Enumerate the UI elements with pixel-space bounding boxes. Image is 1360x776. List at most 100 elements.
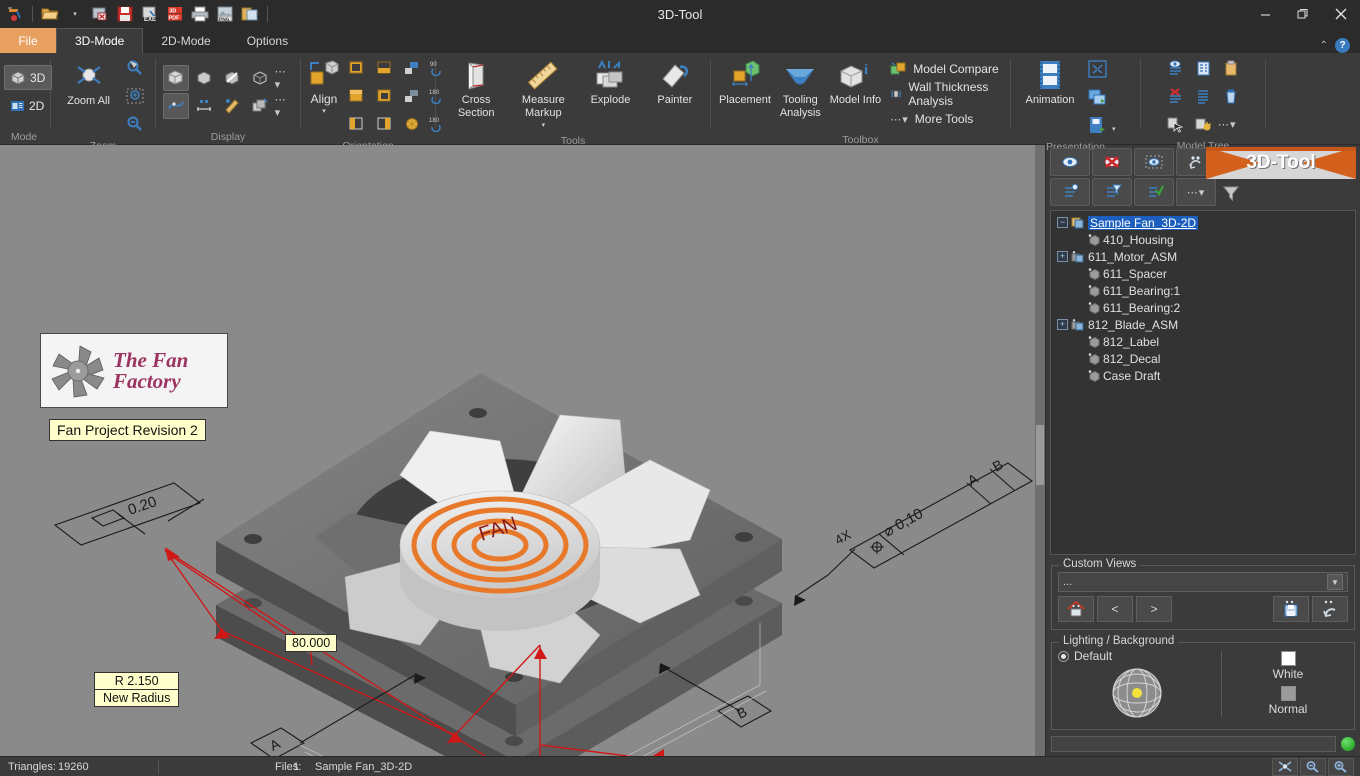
tree-node-case-draft[interactable]: Case Draft [1053, 367, 1353, 384]
view-top-icon[interactable] [343, 83, 369, 109]
minimize-button[interactable] [1246, 0, 1284, 28]
tree-clipboard-icon[interactable] [1218, 55, 1244, 81]
zoom-select-icon[interactable] [122, 55, 148, 81]
export-png-icon[interactable]: PNG [214, 3, 236, 25]
view-left-icon[interactable] [343, 111, 369, 137]
chevron-down-icon[interactable]: ▼ [1327, 574, 1343, 590]
export-exe-icon[interactable]: EXE [139, 3, 161, 25]
tree-delete-icon[interactable] [1218, 83, 1244, 109]
model-tree[interactable]: − Sample Fan_3D-2D 410_Housing + 611_Mot… [1050, 210, 1356, 555]
display-more-icon[interactable]: ⋯▾ [275, 65, 293, 91]
markup-display-icon[interactable] [219, 93, 245, 119]
tree-node-611-motor-asm[interactable]: + 611_Motor_ASM [1053, 248, 1353, 265]
view-iso2-icon[interactable] [399, 83, 425, 109]
viewport-3d[interactable]: FAN [0, 145, 1045, 756]
tab-file[interactable]: File [0, 28, 56, 53]
explode-button[interactable]: Explode [582, 56, 638, 106]
tab-2d-mode[interactable]: 2D-Mode [143, 28, 228, 53]
tree-filter-icon[interactable] [1092, 178, 1132, 206]
tree-more-icon[interactable]: ⋯▾ [1218, 118, 1237, 131]
background-white-swatch[interactable] [1281, 651, 1296, 666]
copy-to-clipboard-icon[interactable] [239, 3, 261, 25]
more-tools-item[interactable]: ⋯▾ More Tools [886, 107, 1003, 131]
model-info-button[interactable]: i Model Info [830, 56, 882, 106]
tree-node-611-bearing-1[interactable]: 611_Bearing:1 [1053, 282, 1353, 299]
maximize-button[interactable] [1284, 0, 1322, 28]
wireframe-view-icon[interactable] [247, 65, 273, 91]
print-icon[interactable] [189, 3, 211, 25]
lighting-default-radio[interactable] [1058, 651, 1069, 662]
zoom-out-icon[interactable] [122, 111, 148, 137]
fullscreen-icon[interactable] [1084, 56, 1110, 82]
painter-button[interactable]: Painter [647, 56, 703, 106]
measure-markup-button[interactable]: Measure Markup ▾ [512, 56, 574, 132]
tree-check-icon[interactable] [1134, 178, 1174, 206]
tree-node-812-blade-asm[interactable]: + 812_Blade_ASM [1053, 316, 1353, 333]
tree-node-410-housing[interactable]: 410_Housing [1053, 231, 1353, 248]
open-folder-icon[interactable] [39, 3, 61, 25]
background-normal-swatch[interactable] [1281, 686, 1296, 701]
mode-3d-button[interactable]: 3D [4, 65, 52, 90]
view-iso1-icon[interactable] [399, 55, 425, 81]
new-model-icon[interactable] [4, 3, 26, 25]
view-back-icon[interactable] [371, 55, 397, 81]
light-sphere-icon[interactable] [1111, 667, 1163, 719]
fit-view-button[interactable] [1272, 758, 1298, 776]
viewport-scrollbar[interactable] [1035, 145, 1045, 756]
curve-display-icon[interactable] [163, 93, 189, 119]
project-revision-note[interactable]: Fan Project Revision 2 [49, 419, 206, 441]
tree-sort-icon[interactable] [1190, 83, 1216, 109]
placement-button[interactable]: Placement [719, 56, 771, 106]
mode-2d-button[interactable]: 2D [4, 93, 50, 118]
presentation-dropdown-caret[interactable]: ▾ [1112, 125, 1116, 133]
show-selected-icon[interactable] [1134, 148, 1174, 176]
view-right-icon[interactable] [371, 111, 397, 137]
wall-thickness-analysis-item[interactable]: Wall Thickness Analysis [886, 82, 1003, 106]
open-dropdown-caret[interactable]: ▾ [64, 3, 86, 25]
view-bottom-icon[interactable] [371, 83, 397, 109]
tree-node-812-decal[interactable]: 812_Decal [1053, 350, 1353, 367]
tree-root-expander[interactable]: − [1057, 217, 1068, 228]
tree-show-icon[interactable] [1162, 55, 1188, 81]
tree-list-icon[interactable] [1190, 55, 1216, 81]
shaded-view-icon[interactable] [163, 65, 189, 91]
slideshow-icon[interactable] [1084, 84, 1110, 110]
tree-node-expander[interactable]: + [1057, 251, 1068, 262]
align-button[interactable]: Align ▾ [308, 55, 340, 118]
tree-hide-icon[interactable] [1162, 83, 1188, 109]
help-icon[interactable]: ? [1335, 38, 1350, 53]
tree-paste-icon[interactable] [1190, 111, 1216, 137]
tree-copy-icon[interactable] [1162, 111, 1188, 137]
pmi-display-icon[interactable] [247, 93, 273, 119]
zoom-all-button[interactable]: Zoom All [58, 57, 119, 107]
view-trimetric-icon[interactable] [399, 111, 425, 137]
zoom-out-button[interactable] [1300, 758, 1326, 776]
tree-node-root[interactable]: − Sample Fan_3D-2D [1053, 214, 1353, 231]
tree-node-611-bearing-2[interactable]: 611_Bearing:2 [1053, 299, 1353, 316]
zoom-in-button[interactable] [1328, 758, 1354, 776]
radius-callout[interactable]: R 2.150 New Radius [94, 672, 179, 707]
tree-node-611-spacer[interactable]: 611_Spacer [1053, 265, 1353, 282]
close-file-icon[interactable] [89, 3, 111, 25]
align-dropdown-caret[interactable]: ▾ [322, 106, 326, 118]
export-3dpdf-icon[interactable]: 3DPDF [164, 3, 186, 25]
view-front-icon[interactable] [343, 55, 369, 81]
dimension-80-callout[interactable]: 80.000 [285, 634, 337, 652]
tab-options[interactable]: Options [229, 28, 306, 53]
transparent-view-icon[interactable] [219, 65, 245, 91]
tab-3d-mode[interactable]: 3D-Mode [56, 28, 143, 53]
cross-section-button[interactable]: Cross Section [448, 56, 504, 119]
hide-all-icon[interactable] [1092, 148, 1132, 176]
collapse-ribbon-icon[interactable]: ⌃ [1320, 40, 1328, 51]
tree-node-812-label[interactable]: 812_Label [1053, 333, 1353, 350]
custom-views-select[interactable]: ... ▼ [1058, 572, 1348, 592]
next-view-button[interactable]: > [1136, 596, 1172, 622]
zoom-window-icon[interactable] [122, 83, 148, 109]
animation-button[interactable]: Animation [1018, 56, 1082, 106]
reset-view-button[interactable] [1312, 596, 1348, 622]
tree-collapse-icon[interactable] [1050, 178, 1090, 206]
display-more2-icon[interactable]: ⋯▾ [275, 93, 293, 119]
dimension-display-icon[interactable] [191, 93, 217, 119]
viewport-scrollbar-thumb[interactable] [1036, 425, 1044, 485]
tree-node-expander[interactable]: + [1057, 319, 1068, 330]
